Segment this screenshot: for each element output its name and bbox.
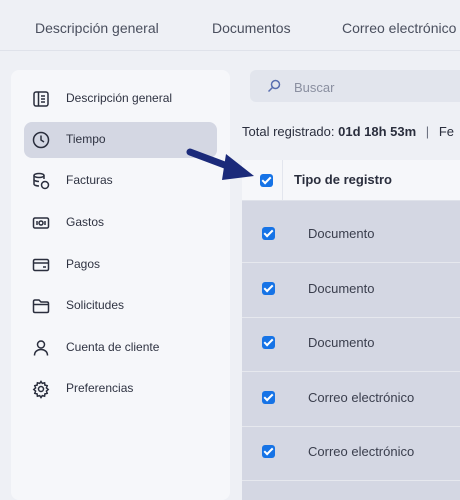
money-icon (31, 213, 51, 233)
card-icon (31, 255, 51, 275)
sidebar-item-client-account[interactable]: Cuenta de cliente (24, 330, 217, 366)
record-type-cell: Documento (308, 335, 375, 350)
table-row[interactable]: Documento (242, 317, 460, 372)
overview-icon (31, 89, 51, 109)
tab-overview[interactable]: Descripción general (35, 20, 159, 36)
row-checkbox[interactable] (262, 391, 275, 404)
row-checkbox[interactable] (262, 336, 275, 349)
column-header-record-type[interactable]: Tipo de registro (294, 172, 392, 187)
sidebar-item-preferences[interactable]: Preferencias (24, 371, 217, 407)
sidebar-item-label: Descripción general (66, 91, 173, 105)
sidebar-item-label: Cuenta de cliente (66, 340, 160, 354)
user-icon (31, 338, 51, 358)
sidebar-item-label: Facturas (66, 173, 113, 187)
column-divider (282, 160, 283, 200)
sidebar-item-expenses[interactable]: Gastos (24, 205, 217, 241)
summary-separator: | (425, 124, 430, 139)
folder-icon (31, 296, 51, 316)
records-table: Tipo de registro Documento Documento Doc… (242, 160, 460, 500)
total-value: 01d 18h 53m (338, 124, 417, 139)
search-icon (266, 78, 282, 94)
sidebar-item-label: Tiempo (66, 132, 106, 146)
row-checkbox[interactable] (262, 227, 275, 240)
total-label: Total registrado: (242, 124, 335, 139)
sidebar-item-label: Solicitudes (66, 298, 125, 312)
search-input[interactable] (292, 76, 460, 98)
table-row[interactable]: Correo electrónico (242, 426, 460, 481)
tab-documents[interactable]: Documentos (212, 20, 291, 36)
time-summary: Total registrado: 01d 18h 53m | Fe (242, 124, 454, 139)
table-row[interactable]: Correo electrónico (242, 372, 460, 427)
invoice-icon (31, 171, 51, 191)
pointer-arrow-icon (186, 148, 254, 180)
sidebar-item-payments[interactable]: Pagos (24, 247, 217, 283)
row-checkbox[interactable] (262, 282, 275, 295)
clock-icon (31, 130, 51, 150)
table-row[interactable]: Documento (242, 263, 460, 318)
record-type-cell: Documento (308, 281, 375, 296)
record-type-cell: Correo electrónico (308, 390, 415, 405)
record-type-cell: Documento (308, 226, 375, 241)
table-header: Tipo de registro (242, 160, 460, 201)
sidebar: Descripción general Tiempo Facturas Gast… (11, 70, 230, 500)
sidebar-item-label: Pagos (66, 257, 101, 271)
select-all-checkbox[interactable] (260, 174, 273, 187)
table-row[interactable]: Documento (242, 208, 460, 263)
gear-icon (31, 379, 51, 399)
top-tab-bar: Descripción general Documentos Correo el… (0, 0, 460, 51)
sidebar-item-label: Gastos (66, 215, 105, 229)
row-checkbox[interactable] (262, 445, 275, 458)
tab-email[interactable]: Correo electrónico (342, 20, 456, 36)
summary-next-label: Fe (438, 124, 454, 139)
search-bar (250, 70, 460, 102)
sidebar-item-requests[interactable]: Solicitudes (24, 288, 217, 324)
record-type-cell: Correo electrónico (308, 444, 415, 459)
sidebar-item-label: Preferencias (66, 381, 134, 395)
sidebar-item-overview[interactable]: Descripción general (24, 81, 217, 117)
